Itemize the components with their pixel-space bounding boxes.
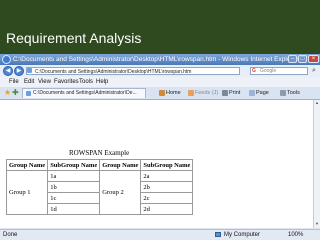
page-label: Page xyxy=(256,90,269,96)
subgroup-cell: 2c xyxy=(140,192,194,204)
page-content: ROWSPAN Example Group Name SubGroup Name… xyxy=(0,100,313,228)
maximize-button[interactable]: □ xyxy=(298,55,307,63)
group-1-cell: Group 1 xyxy=(5,170,49,215)
browser-window: C:\Documents and Settings\Administrator\… xyxy=(0,54,320,240)
zoom-level[interactable]: 100% xyxy=(288,230,303,240)
vertical-scrollbar[interactable]: ▲ ▼ xyxy=(313,100,320,228)
rss-icon xyxy=(188,89,194,96)
subgroup-cell: 1d xyxy=(47,203,101,215)
table-caption: ROWSPAN Example xyxy=(69,149,130,157)
search-input[interactable]: Google xyxy=(250,67,308,75)
table-header-row: Group Name SubGroup Name Group Name SubG… xyxy=(5,159,194,171)
window-title: C:\Documents and Settings\Administrator\… xyxy=(13,56,299,63)
address-input[interactable]: C:\Documents and Settings\Administrator\… xyxy=(26,67,240,75)
magnifier-icon[interactable]: ⌕ xyxy=(310,67,318,75)
slide-banner: Requirement Analysis xyxy=(0,0,320,54)
page-icon xyxy=(27,68,32,73)
add-favorite-icon[interactable]: ✚ xyxy=(12,88,19,98)
tab-title: C:\Documents and Settings\Administrator\… xyxy=(33,90,137,96)
page-icon xyxy=(249,89,255,96)
scroll-down-icon[interactable]: ▼ xyxy=(314,221,320,227)
header-subgroup-name: SubGroup Name xyxy=(47,159,101,171)
group-2-cell: Group 2 xyxy=(99,170,142,215)
subgroup-cell: 1a xyxy=(47,170,101,182)
subgroup-cell: 2b xyxy=(140,181,194,193)
page-icon xyxy=(26,91,31,96)
star-icon[interactable]: ★ xyxy=(4,88,11,98)
scroll-up-icon[interactable]: ▲ xyxy=(314,100,320,106)
computer-icon xyxy=(215,232,221,237)
subgroup-cell: 2a xyxy=(140,170,194,182)
google-logo: G xyxy=(252,68,256,74)
menu-bar: File Edit View Favorites Tools Help xyxy=(0,77,320,87)
close-button[interactable]: × xyxy=(308,55,319,63)
menu-edit[interactable]: Edit xyxy=(24,77,34,87)
back-arrow-icon[interactable]: ◀ xyxy=(3,66,13,76)
menu-favorites[interactable]: Favorites xyxy=(54,77,79,87)
tools-button[interactable]: Tools xyxy=(280,88,300,98)
header-subgroup-name: SubGroup Name xyxy=(140,159,194,171)
ie-logo-icon xyxy=(2,55,11,64)
subgroup-cell: 1c xyxy=(47,192,101,204)
print-button[interactable]: Print xyxy=(222,88,240,98)
forward-arrow-icon[interactable]: ▶ xyxy=(14,66,24,76)
menu-file[interactable]: File xyxy=(9,77,19,87)
header-group-name: Group Name xyxy=(99,159,142,171)
tools-label: Tools xyxy=(287,90,300,96)
status-text: Done xyxy=(3,232,18,238)
subgroup-cell: 1b xyxy=(47,181,101,193)
gear-icon xyxy=(280,89,286,96)
print-label: Print xyxy=(229,90,241,96)
table-row: Group 1 1a Group 2 2a xyxy=(5,170,194,215)
window-titlebar: C:\Documents and Settings\Administrator\… xyxy=(0,54,320,65)
feeds-label: Feeds (J) xyxy=(195,90,219,96)
menu-help[interactable]: Help xyxy=(96,77,108,87)
tab-bar: ★ ✚ C:\Documents and Settings\Administra… xyxy=(0,87,320,100)
home-label: Home xyxy=(166,90,181,96)
security-zone: My Computer xyxy=(224,232,261,238)
minimize-button[interactable]: – xyxy=(288,55,297,63)
feeds-button[interactable]: Feeds (J) xyxy=(188,88,218,98)
printer-icon xyxy=(222,89,228,96)
menu-view[interactable]: View xyxy=(38,77,51,87)
home-button[interactable]: Home xyxy=(159,88,181,98)
status-bar: Done My Computer 100% xyxy=(0,229,320,240)
page-button[interactable]: Page xyxy=(249,88,269,98)
home-icon xyxy=(159,89,165,96)
subgroup-cell: 2d xyxy=(140,203,194,215)
tab-rowspan[interactable]: C:\Documents and Settings\Administrator\… xyxy=(22,88,146,98)
header-group-name: Group Name xyxy=(5,159,49,171)
menu-tools[interactable]: Tools xyxy=(79,77,93,87)
rowspan-table: Group Name SubGroup Name Group Name SubG… xyxy=(5,159,194,215)
slide-title: Requirement Analysis xyxy=(6,30,142,46)
